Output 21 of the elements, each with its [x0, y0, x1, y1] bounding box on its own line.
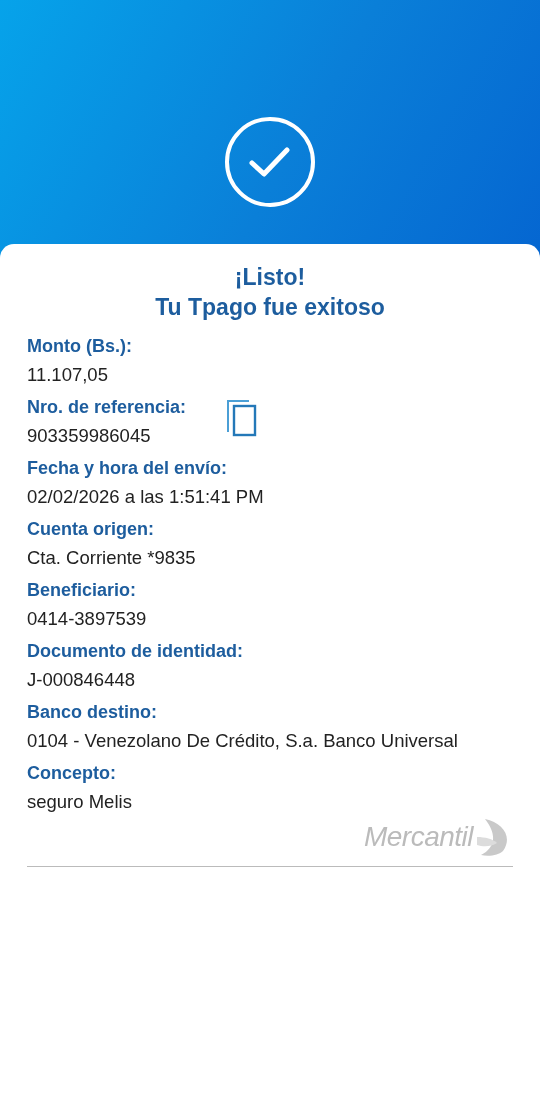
field-label: Cuenta origen:: [27, 518, 155, 541]
field-label: Banco destino:: [27, 701, 158, 724]
field-label: Fecha y hora del envío:: [27, 457, 229, 480]
field-label: Monto (Bs.):: [27, 335, 132, 358]
check-circle-icon: [224, 116, 316, 208]
field-value: 02/02/2026 a las 1:51:41 PM: [27, 485, 264, 509]
field-value: 903359986045: [27, 424, 152, 448]
field-value: 0414-3897539: [27, 607, 147, 631]
copy-icon[interactable]: [226, 399, 259, 437]
field-label: Documento de identidad:: [27, 640, 243, 663]
field-value: 11.107,05: [27, 363, 109, 387]
field-value: Cta. Corriente *9835: [27, 546, 196, 570]
field-label: Nro. de referencia:: [27, 396, 187, 419]
receipt-title: Tu Tpago fue exitoso: [155, 293, 385, 322]
field-label: Beneficiario:: [27, 579, 138, 602]
brand-logo-text: Mercantil: [363, 820, 473, 854]
field-value: 0104 - Venezolano De Crédito, S.a. Banco Universal: [27, 729, 458, 753]
receipt-title: ¡Listo!: [234, 263, 306, 292]
field-label: Concepto:: [27, 762, 117, 785]
field-value: seguro Melis: [27, 790, 132, 814]
field-value: J-000846448: [27, 668, 136, 692]
